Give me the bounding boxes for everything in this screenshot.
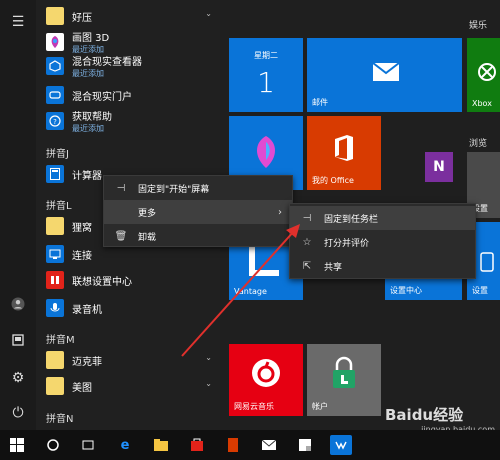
file-explorer-icon[interactable] (150, 435, 172, 455)
annotation-arrow (181, 224, 300, 357)
watermark: Baidu经验 jingyan.baidu.com (385, 404, 495, 434)
mail-taskbar-icon[interactable] (258, 435, 280, 455)
sticky-notes-icon[interactable] (294, 435, 316, 455)
taskbar: e (0, 430, 500, 460)
windows-start-icon[interactable] (6, 435, 28, 455)
watermark-brand: Baidu经验 (385, 406, 464, 424)
search-circle-icon[interactable] (42, 435, 64, 455)
store-icon[interactable] (186, 435, 208, 455)
task-view-icon[interactable] (77, 435, 99, 455)
edge-browser-icon[interactable]: e (114, 435, 136, 455)
active-app-icon[interactable] (330, 435, 352, 455)
wps-icon[interactable] (222, 435, 244, 455)
